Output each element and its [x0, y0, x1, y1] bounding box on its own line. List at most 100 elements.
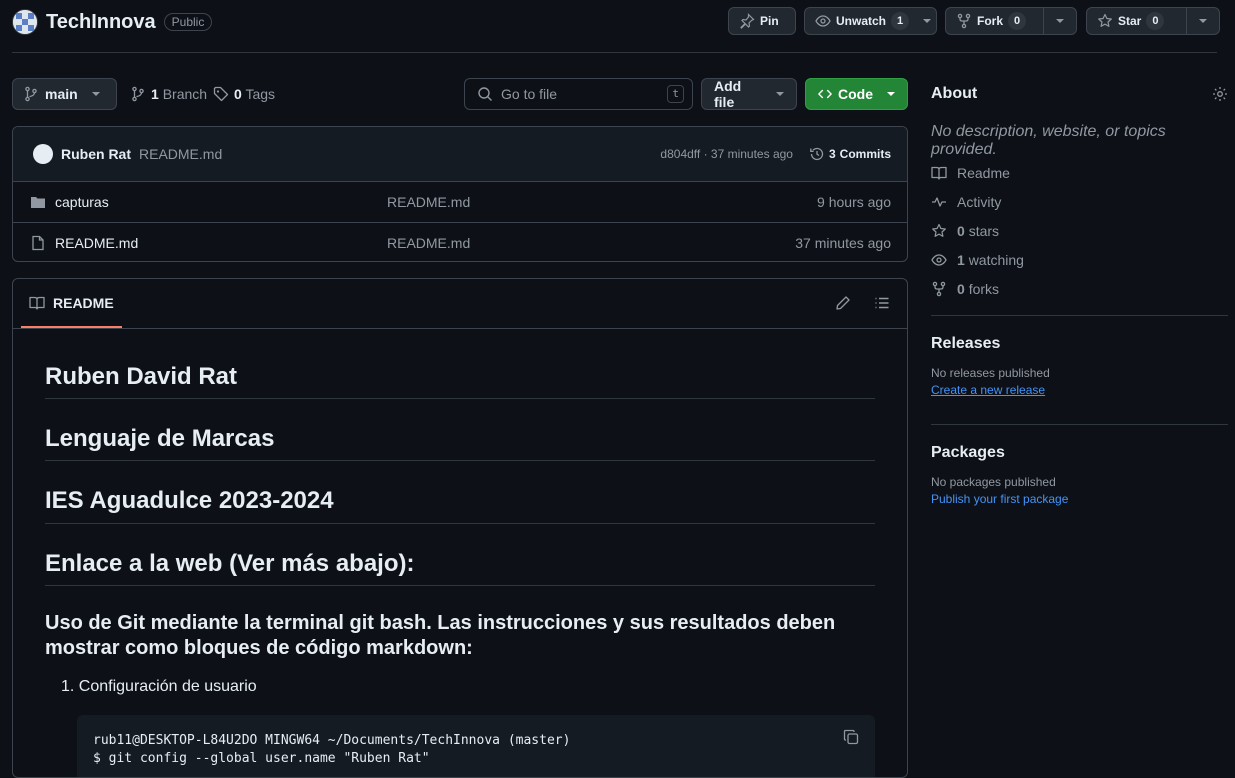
- branch-selector[interactable]: main: [12, 78, 117, 110]
- star-label: Star: [1118, 14, 1142, 28]
- readme-tab-label: README: [53, 294, 114, 311]
- packages-empty: No packages published: [931, 475, 1056, 489]
- visibility-badge: Public: [163, 13, 213, 31]
- code-line: $ git config --global user.name "Ruben R…: [93, 751, 430, 766]
- about-title: About: [931, 85, 978, 102]
- repo-name[interactable]: TechInnova: [46, 11, 156, 34]
- tag-icon: [213, 86, 229, 102]
- commit-hash-time[interactable]: d804dff · 37 minutes ago: [660, 147, 793, 161]
- outline-list-icon[interactable]: [874, 295, 890, 311]
- fork-dropdown-button[interactable]: [1043, 8, 1076, 34]
- readme-link[interactable]: Readme: [931, 158, 1228, 187]
- heading-subject: Lenguaje de Marcas: [45, 425, 875, 461]
- unwatch-label: Unwatch: [836, 14, 887, 28]
- chevron-down-icon: [887, 92, 895, 96]
- stars-label: stars: [968, 222, 1000, 239]
- forks-link[interactable]: 0 forks: [931, 274, 1228, 303]
- branch-icon: [25, 86, 37, 102]
- readme-link-label: Readme: [957, 164, 1010, 181]
- file-name[interactable]: README.md: [55, 235, 138, 251]
- activity-link[interactable]: Activity: [931, 187, 1228, 216]
- file-icon: [32, 235, 44, 251]
- branch-name: main: [45, 86, 78, 102]
- gear-icon[interactable]: [1212, 86, 1228, 102]
- pin-label: Pin: [760, 14, 779, 28]
- table-row[interactable]: capturas README.md 9 hours ago: [13, 182, 907, 223]
- about-description: No description, website, or topics provi…: [931, 123, 1166, 158]
- pin-button[interactable]: Pin: [728, 7, 796, 35]
- chevron-down-icon: [922, 19, 931, 23]
- commit-message[interactable]: README.md: [139, 146, 222, 162]
- repo-header: TechInnova Public: [12, 9, 213, 35]
- history-icon: [810, 147, 824, 161]
- owner-avatar[interactable]: [12, 9, 38, 35]
- commits-count: 3: [828, 147, 836, 161]
- code-block: rub11@DESKTOP-L84U2DO MINGW64 ~/Document…: [77, 715, 875, 777]
- book-icon: [931, 166, 947, 180]
- file-time: 9 hours ago: [817, 194, 891, 210]
- watching-count: 1: [957, 251, 965, 268]
- commit-author[interactable]: Ruben Rat: [61, 146, 131, 162]
- file-commit-message[interactable]: README.md: [387, 235, 470, 251]
- create-release-link[interactable]: Create a new release: [931, 383, 1050, 397]
- sidebar-divider: [931, 315, 1228, 316]
- star-icon: [932, 223, 946, 237]
- activity-link-label: Activity: [957, 193, 1002, 210]
- heading-school: IES Aguadulce 2023-2024: [45, 487, 875, 524]
- copy-icon[interactable]: [843, 729, 859, 745]
- file-commit-message[interactable]: README.md: [387, 194, 470, 210]
- releases-section: Releases No releases published Create a …: [931, 335, 1050, 397]
- forks-label: forks: [968, 280, 1000, 297]
- search-placeholder: Go to file: [501, 86, 558, 102]
- heading-web-link: Enlace a la web (Ver más abajo):: [45, 550, 875, 586]
- author-avatar[interactable]: [33, 144, 53, 164]
- add-file-button[interactable]: Add file: [701, 78, 797, 110]
- watch-dropdown-button[interactable]: [917, 8, 936, 34]
- commits-link[interactable]: 3 Commits: [809, 146, 891, 162]
- fork-button-group: Fork 0: [945, 7, 1077, 35]
- file-time: 37 minutes ago: [795, 235, 891, 251]
- pulse-icon: [932, 196, 946, 207]
- publish-package-link[interactable]: Publish your first package: [931, 492, 1068, 506]
- heading-git-usage: Uso de Git mediante la terminal git bash…: [45, 612, 836, 659]
- code-button[interactable]: Code: [805, 78, 908, 110]
- watch-counter: 1: [891, 12, 910, 30]
- releases-title[interactable]: Releases: [931, 335, 1050, 353]
- folder-icon: [31, 197, 45, 208]
- unwatch-button[interactable]: Unwatch 1: [805, 8, 917, 34]
- pencil-icon[interactable]: [835, 295, 851, 311]
- branches-link[interactable]: 1 Branch: [130, 86, 207, 102]
- chevron-down-icon: [776, 92, 784, 96]
- tab-readme[interactable]: README: [21, 279, 122, 328]
- commits-label: Commits: [839, 147, 891, 161]
- fork-icon: [957, 13, 971, 29]
- code-line: rub11@DESKTOP-L84U2DO MINGW64 ~/Document…: [93, 733, 571, 748]
- star-dropdown-button[interactable]: [1186, 8, 1219, 34]
- branch-icon: [132, 86, 144, 102]
- table-row[interactable]: README.md README.md 37 minutes ago: [13, 223, 907, 261]
- chevron-down-icon: [91, 92, 100, 96]
- sidebar-divider: [931, 424, 1228, 425]
- stars-link[interactable]: 0 stars: [931, 216, 1228, 245]
- header-divider: [12, 52, 1217, 53]
- eye-icon: [815, 15, 831, 27]
- star-icon: [1098, 13, 1112, 27]
- fork-button[interactable]: Fork 0: [946, 8, 1036, 34]
- fork-counter: 0: [1008, 12, 1027, 30]
- file-name[interactable]: capturas: [55, 194, 109, 210]
- book-icon: [29, 296, 45, 310]
- list-item: 1. Configuración de usuario: [61, 678, 257, 695]
- search-shortcut-key: t: [667, 85, 684, 103]
- watching-link[interactable]: 1 watching: [931, 245, 1228, 274]
- watch-button-group: Unwatch 1: [804, 7, 937, 35]
- file-browser: Ruben Rat README.md d804dff · 37 minutes…: [12, 126, 908, 262]
- go-to-file-input[interactable]: Go to file t: [464, 78, 693, 110]
- search-icon: [478, 87, 492, 101]
- tags-link[interactable]: 0 Tags: [213, 86, 275, 102]
- star-button[interactable]: Star 0: [1087, 8, 1174, 34]
- watching-label: watching: [968, 251, 1024, 268]
- packages-title[interactable]: Packages: [931, 444, 1068, 462]
- chevron-down-icon: [1056, 19, 1064, 23]
- releases-empty: No releases published: [931, 366, 1050, 380]
- fork-label: Fork: [977, 14, 1004, 28]
